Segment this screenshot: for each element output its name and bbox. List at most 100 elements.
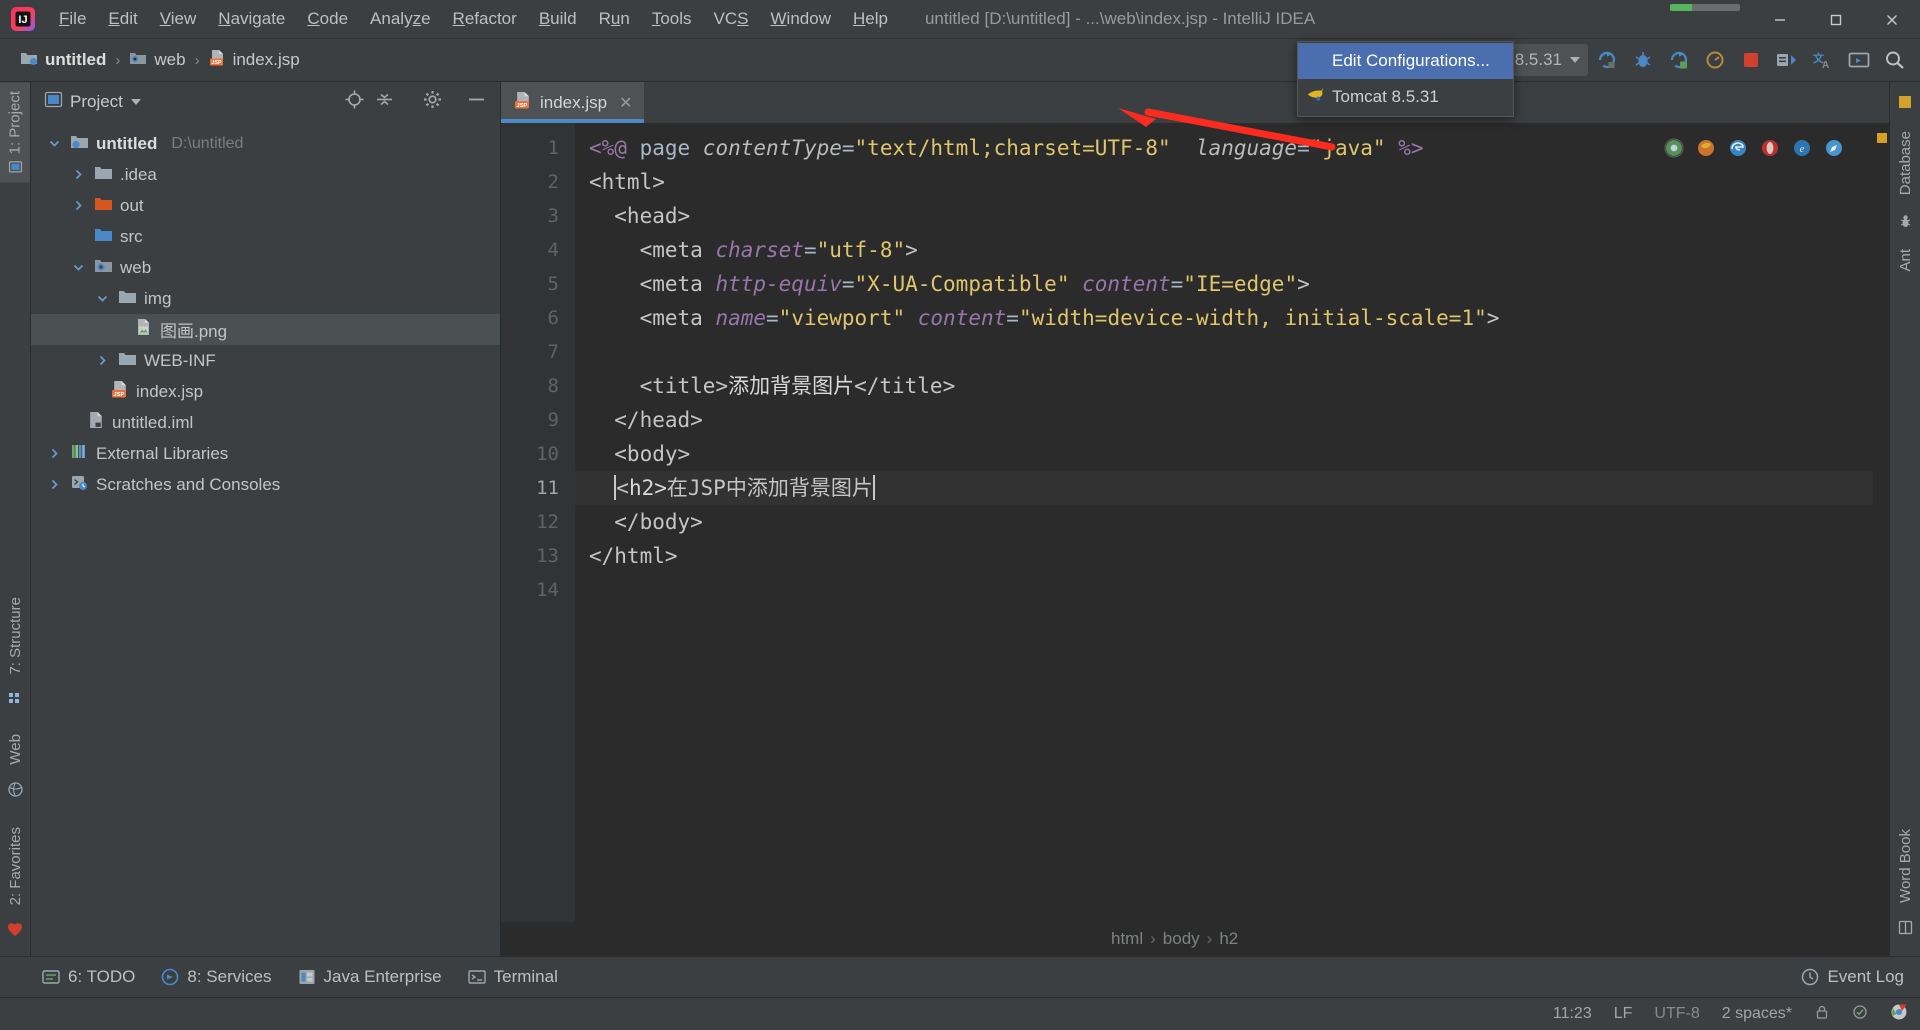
run-button[interactable] xyxy=(1590,43,1624,77)
close-icon[interactable]: ✕ xyxy=(619,93,632,113)
tree-node-web-inf[interactable]: WEB-INF xyxy=(31,345,500,376)
code-line[interactable]: <meta charset="utf-8"> xyxy=(575,233,1873,267)
opera-icon[interactable] xyxy=(1759,137,1781,159)
inspection-icon[interactable] xyxy=(1852,1004,1868,1025)
tree-node-iml[interactable]: untitled.iml xyxy=(31,407,500,438)
chevron-right-icon[interactable] xyxy=(69,200,87,211)
tree-node-out[interactable]: out xyxy=(31,190,500,221)
breadcrumb-body[interactable]: body xyxy=(1163,929,1200,949)
menu-help[interactable]: Help xyxy=(842,5,899,33)
tree-node-untitled[interactable]: untitled D:\untitled xyxy=(31,128,500,159)
minus-icon[interactable] xyxy=(467,90,486,114)
code-line-current[interactable]: <h2>在JSP中添加背景图片 xyxy=(575,471,1873,505)
sidebar-item-database[interactable]: Database xyxy=(1891,122,1920,204)
status-indent[interactable]: 2 spaces* xyxy=(1722,1005,1792,1023)
code-line[interactable]: <meta name="viewport" content="width=dev… xyxy=(575,301,1873,335)
popup-item-tomcat[interactable]: Tomcat 8.5.31 xyxy=(1298,79,1513,115)
code-line[interactable]: <body> xyxy=(575,437,1873,471)
menu-file[interactable]: File xyxy=(48,5,97,33)
breadcrumb-item-web[interactable]: web xyxy=(123,48,191,73)
breadcrumb-html[interactable]: html xyxy=(1111,929,1143,949)
code-view[interactable]: 1 2 3 4 5 6 7 8 9 10 11 12 13 14 <%@ pag… xyxy=(501,123,1889,922)
editor-tab-index-jsp[interactable]: JSP index.jsp ✕ xyxy=(501,82,644,123)
stop-button[interactable] xyxy=(1734,43,1768,77)
sidebar-item-favorites[interactable]: 2: Favorites xyxy=(1,818,30,914)
sidebar-item-project[interactable]: 1: Project xyxy=(0,82,30,183)
code-text[interactable]: <%@ page contentType="text/html;charset=… xyxy=(575,123,1873,922)
editor-breadcrumb[interactable]: html › body › h2 xyxy=(501,922,1889,956)
browser-preview-icons[interactable]: e xyxy=(1663,137,1845,159)
menu-view[interactable]: View xyxy=(149,5,208,33)
maximize-button[interactable] xyxy=(1808,0,1864,39)
chevron-right-icon[interactable] xyxy=(69,169,87,180)
update-app-button[interactable] xyxy=(1770,43,1804,77)
menu-code[interactable]: Code xyxy=(296,5,359,33)
menu-edit[interactable]: Edit xyxy=(97,5,148,33)
tree-node-src[interactable]: src xyxy=(31,221,500,252)
code-line[interactable]: <meta http-equiv="X-UA-Compatible" conte… xyxy=(575,267,1873,301)
chrome-icon[interactable] xyxy=(1663,137,1685,159)
code-line[interactable]: </head> xyxy=(575,403,1873,437)
sidebar-item-ant[interactable]: Ant xyxy=(1891,240,1920,281)
popup-item-edit-configurations[interactable]: Edit Configurations... xyxy=(1298,43,1513,79)
error-stripe-marks[interactable] xyxy=(1873,123,1889,922)
minimize-button[interactable] xyxy=(1752,0,1808,39)
chevron-down-icon[interactable] xyxy=(93,293,111,304)
menu-vcs[interactable]: VCS xyxy=(703,5,760,33)
tree-node-scratches[interactable]: Scratches and Consoles xyxy=(31,469,500,500)
sidebar-item-word-book[interactable]: Word Book xyxy=(1891,820,1920,912)
chevron-down-icon[interactable] xyxy=(45,138,63,149)
menu-refactor[interactable]: Refactor xyxy=(442,5,528,33)
code-line[interactable] xyxy=(575,573,1873,607)
tree-node-idea[interactable]: .idea xyxy=(31,159,500,190)
chevron-down-icon[interactable] xyxy=(1570,57,1580,63)
menu-analyze[interactable]: Analyze xyxy=(359,5,442,33)
profile-button[interactable] xyxy=(1698,43,1732,77)
breadcrumb-h2[interactable]: h2 xyxy=(1219,929,1238,949)
collapse-all-icon[interactable] xyxy=(375,90,394,114)
code-line[interactable]: <html> xyxy=(575,165,1873,199)
search-everywhere-button[interactable] xyxy=(1878,43,1912,77)
sidebar-item-web[interactable]: Web xyxy=(1,725,30,774)
presentation-button[interactable] xyxy=(1842,43,1876,77)
bottom-tool-services[interactable]: 8: Services xyxy=(161,967,272,987)
lock-icon[interactable] xyxy=(1814,1004,1830,1025)
close-button[interactable] xyxy=(1864,0,1920,39)
menu-run[interactable]: Run xyxy=(588,5,641,33)
bottom-tool-java-enterprise[interactable]: Java Enterprise xyxy=(298,967,442,987)
status-encoding[interactable]: UTF-8 xyxy=(1654,1005,1699,1023)
chevron-right-icon[interactable] xyxy=(45,479,63,490)
chevron-down-icon[interactable] xyxy=(69,262,87,273)
code-line[interactable]: <title>添加背景图片</title> xyxy=(575,369,1873,403)
breadcrumb-item-file[interactable]: JSP index.jsp xyxy=(203,47,306,73)
chrome-icon[interactable] xyxy=(1890,1003,1908,1026)
ie-icon[interactable]: e xyxy=(1791,137,1813,159)
chevron-right-icon[interactable] xyxy=(93,355,111,366)
chevron-right-icon[interactable] xyxy=(45,448,63,459)
warning-stripe-mark[interactable] xyxy=(1877,133,1887,143)
run-coverage-button[interactable] xyxy=(1662,43,1696,77)
breadcrumb-item-project[interactable]: untitled xyxy=(14,48,112,73)
target-icon[interactable] xyxy=(345,90,364,114)
safari-icon[interactable] xyxy=(1823,137,1845,159)
code-line[interactable] xyxy=(575,335,1873,369)
code-line[interactable]: </body> xyxy=(575,505,1873,539)
bottom-tool-terminal[interactable]: Terminal xyxy=(467,967,558,987)
tree-node-img[interactable]: img xyxy=(31,283,500,314)
debug-button[interactable] xyxy=(1626,43,1660,77)
status-line-separator[interactable]: LF xyxy=(1614,1005,1633,1023)
gear-icon[interactable] xyxy=(423,90,442,114)
edge-icon[interactable] xyxy=(1727,137,1749,159)
tree-node-index-jsp[interactable]: JSP index.jsp xyxy=(31,376,500,407)
chevron-down-icon[interactable] xyxy=(130,99,141,105)
tree-node-external-libraries[interactable]: External Libraries xyxy=(31,438,500,469)
bottom-tool-todo[interactable]: 6: TODO xyxy=(42,967,135,987)
event-log-button[interactable]: Event Log xyxy=(1801,967,1920,987)
tree-node-web[interactable]: web xyxy=(31,252,500,283)
code-line[interactable]: <head> xyxy=(575,199,1873,233)
tree-node-image-file[interactable]: 图画.png xyxy=(31,314,500,345)
code-line[interactable]: </html> xyxy=(575,539,1873,573)
translate-button[interactable]: 文A xyxy=(1806,43,1840,77)
project-tree[interactable]: untitled D:\untitled .idea out src web i… xyxy=(31,122,500,956)
firefox-icon[interactable] xyxy=(1695,137,1717,159)
